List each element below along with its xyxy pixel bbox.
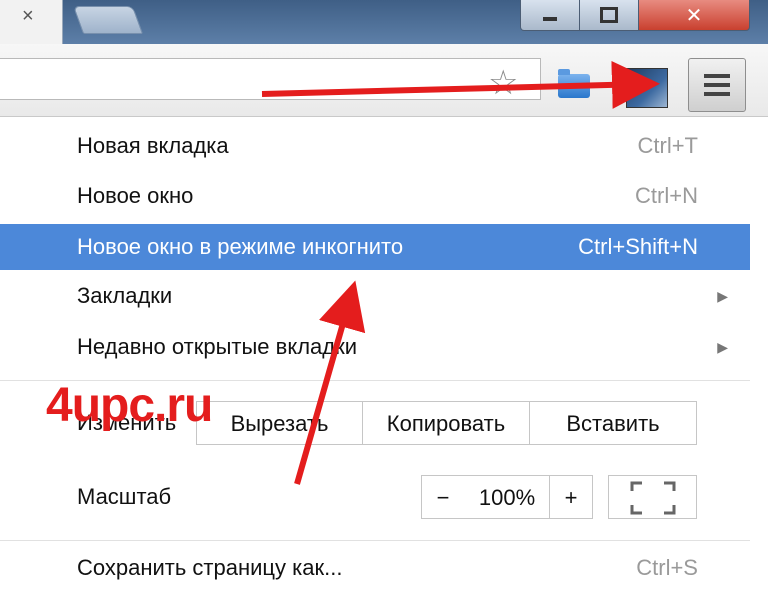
close-window-button[interactable]: ✕ <box>638 0 750 31</box>
fullscreen-button[interactable] <box>608 475 697 519</box>
cut-button[interactable]: Вырезать <box>196 401 363 445</box>
new-tab-button[interactable] <box>72 6 144 34</box>
menu-item-recent-tabs[interactable]: Недавно открытые вкладки ▶ <box>0 325 750 369</box>
zoom-out-button[interactable]: − <box>421 475 465 519</box>
paste-button[interactable]: Вставить <box>529 401 697 445</box>
bookmark-star-icon[interactable]: ☆ <box>488 66 518 100</box>
hamburger-icon-bar <box>704 83 730 87</box>
menu-item-label: Сохранить страницу как... <box>77 555 343 580</box>
address-bar[interactable] <box>0 58 541 100</box>
menu-item-label: Новое окно в режиме инкогнито <box>77 234 404 259</box>
menu-item-new-incognito-window[interactable]: Новое окно в режиме инкогнито Ctrl+Shift… <box>0 224 750 270</box>
hamburger-icon-bar <box>704 92 730 96</box>
folder-extension-icon[interactable] <box>558 69 590 98</box>
site-watermark: 4upc.ru <box>46 379 213 432</box>
close-icon: ✕ <box>685 4 703 27</box>
menu-item-shortcut: Ctrl+Shift+N <box>578 234 698 259</box>
submenu-arrow-icon: ▶ <box>717 288 728 304</box>
menu-item-label: Закладки <box>77 283 173 308</box>
zoom-label: Масштаб <box>77 484 172 509</box>
menu-item-shortcut: Ctrl+N <box>635 183 698 208</box>
menu-item-save-page[interactable]: Сохранить страницу как... Ctrl+S <box>0 546 750 590</box>
menu-item-new-tab[interactable]: Новая вкладка Ctrl+T <box>0 124 750 168</box>
browser-toolbar: ☆ <box>0 44 768 117</box>
minimize-button[interactable] <box>520 0 580 31</box>
menu-separator <box>0 540 750 541</box>
menu-item-label: Недавно открытые вкладки <box>77 334 358 359</box>
menu-item-bookmarks[interactable]: Закладки ▶ <box>0 274 750 318</box>
maximize-icon <box>600 7 618 23</box>
window-titlebar: × ✕ <box>0 0 768 44</box>
fullscreen-icon <box>630 481 675 515</box>
submenu-arrow-icon: ▶ <box>717 339 728 355</box>
menu-item-new-window[interactable]: Новое окно Ctrl+N <box>0 174 750 218</box>
chrome-menu-button[interactable] <box>688 58 746 112</box>
menu-item-shortcut: Ctrl+T <box>637 133 699 158</box>
menu-zoom-row: Масштаб − 100% + <box>0 470 750 524</box>
menu-item-label: Новое окно <box>77 183 194 208</box>
zoom-level: 100% <box>464 475 550 519</box>
menu-item-label: Новая вкладка <box>77 133 229 158</box>
chrome-main-menu: Новая вкладка Ctrl+T Новое окно Ctrl+N Н… <box>0 118 750 589</box>
tab-close-icon[interactable]: × <box>22 6 34 26</box>
menu-item-shortcut: Ctrl+S <box>636 555 698 580</box>
active-tab[interactable]: × <box>0 0 63 44</box>
zoom-in-button[interactable]: + <box>549 475 593 519</box>
hamburger-icon-bar <box>704 74 730 78</box>
extension-icon[interactable] <box>626 68 668 108</box>
copy-button[interactable]: Копировать <box>362 401 530 445</box>
maximize-button[interactable] <box>579 0 639 31</box>
minimize-icon <box>543 17 557 21</box>
